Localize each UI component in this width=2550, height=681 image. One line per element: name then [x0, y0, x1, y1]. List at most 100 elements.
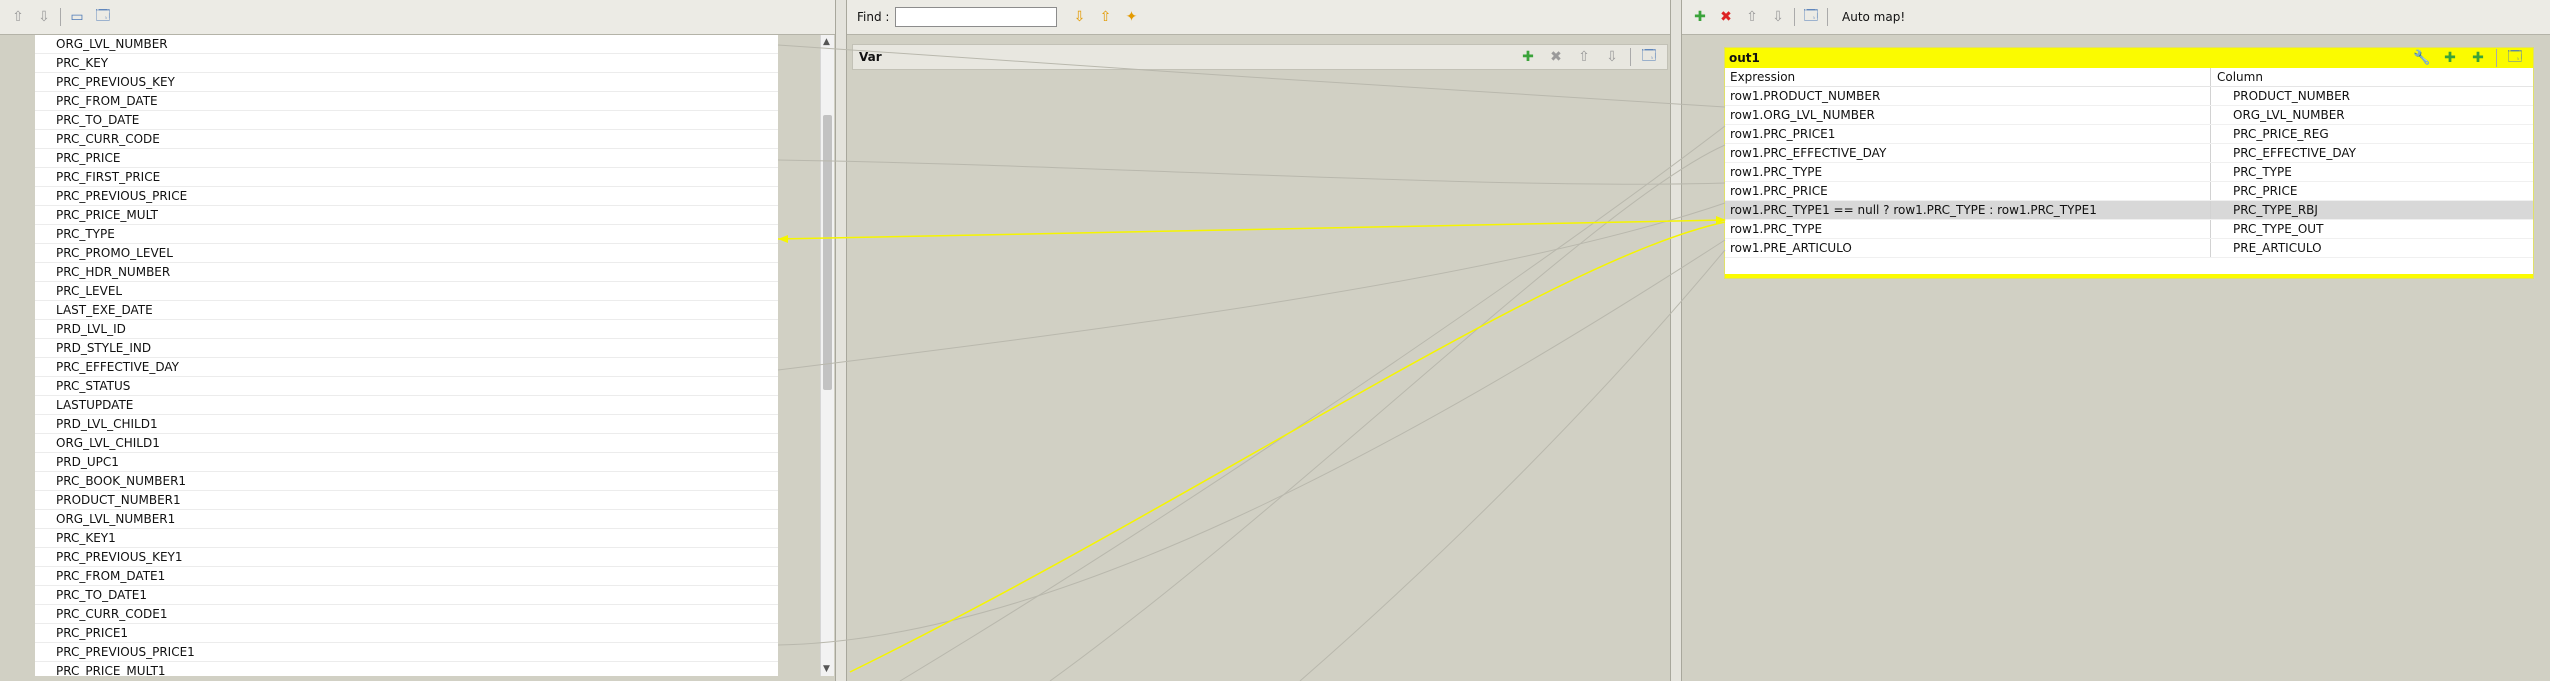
input-field-row[interactable]: PRODUCT_NUMBER1	[35, 491, 778, 510]
out1-row[interactable]: row1.PRE_ARTICULO PRE_ARTICULO	[1725, 239, 2533, 258]
pane-splitter[interactable]	[835, 0, 847, 681]
input-field-row[interactable]: PRC_PREVIOUS_KEY1	[35, 548, 778, 567]
out1-row[interactable]: row1.PRODUCT_NUMBER PRODUCT_NUMBER	[1725, 87, 2533, 106]
find-toolbar: Find : ⇩ ⇧ ✦	[847, 0, 1678, 35]
input-field-row[interactable]: LASTUPDATE	[35, 396, 778, 415]
input-field-row[interactable]: PRC_KEY	[35, 54, 778, 73]
vertical-scrollbar[interactable]: ▲ ▼	[820, 35, 834, 676]
window-icon[interactable]: ▭	[67, 7, 87, 27]
move-up-icon[interactable]: ⇧	[1742, 7, 1762, 27]
column-cell[interactable]: PRC_PRICE_REG	[2211, 125, 2329, 143]
input-field-row[interactable]: PRC_PREVIOUS_PRICE1	[35, 643, 778, 662]
add-row-icon[interactable]: ✚	[2440, 48, 2460, 68]
input-field-row[interactable]: PRC_FROM_DATE1	[35, 567, 778, 586]
input-field-row[interactable]: PRC_BOOK_NUMBER1	[35, 472, 778, 491]
input-field-row[interactable]: LAST_EXE_DATE	[35, 301, 778, 320]
input-field-row[interactable]: PRC_LEVEL	[35, 282, 778, 301]
input-field-row[interactable]: PRC_PRICE_MULT	[35, 206, 778, 225]
column-cell[interactable]: PRC_EFFECTIVE_DAY	[2211, 144, 2356, 162]
input-field-row[interactable]: PRD_LVL_ID	[35, 320, 778, 339]
add-icon[interactable]: ✚	[1518, 47, 1538, 67]
out1-row[interactable]: row1.PRC_TYPE PRC_TYPE_OUT	[1725, 220, 2533, 239]
find-previous-icon[interactable]: ⇧	[1095, 7, 1115, 27]
input-field-row[interactable]: PRC_TO_DATE1	[35, 586, 778, 605]
input-field-row[interactable]: PRD_UPC1	[35, 453, 778, 472]
find-all-icon[interactable]: ✦	[1121, 7, 1141, 27]
add-output-icon[interactable]: ✚	[1690, 7, 1710, 27]
input-field-row[interactable]: PRC_FROM_DATE	[35, 92, 778, 111]
expression-cell[interactable]: row1.PRC_TYPE1 == null ? row1.PRC_TYPE :…	[1725, 201, 2211, 219]
out1-row[interactable]: row1.ORG_LVL_NUMBER ORG_LVL_NUMBER	[1725, 106, 2533, 125]
input-field-row[interactable]: ORG_LVL_NUMBER	[35, 35, 778, 54]
out1-row[interactable]: row1.PRC_PRICE1 PRC_PRICE_REG	[1725, 125, 2533, 144]
out1-title: out1	[1729, 51, 1760, 65]
find-next-icon[interactable]: ⇩	[1069, 7, 1089, 27]
scroll-up-arrow-icon[interactable]: ▲	[823, 37, 830, 47]
remove-icon[interactable]: ✖	[1546, 47, 1566, 67]
input-field-row[interactable]: PRC_EFFECTIVE_DAY	[35, 358, 778, 377]
toolbar-separator	[2496, 49, 2497, 67]
arrow-down-icon[interactable]: ⇩	[34, 7, 54, 27]
input-field-row[interactable]: PRC_CURR_CODE1	[35, 605, 778, 624]
move-down-icon[interactable]: ⇩	[1768, 7, 1788, 27]
wrench-icon[interactable]: 🔧	[2412, 48, 2432, 68]
expression-cell[interactable]: row1.PRC_PRICE	[1725, 182, 2211, 200]
column-cell[interactable]: PRC_TYPE_RBJ	[2211, 201, 2318, 219]
input-field-row[interactable]: PRC_HDR_NUMBER	[35, 263, 778, 282]
add-filter-icon[interactable]: ✚	[2468, 48, 2488, 68]
column-cell[interactable]: PRODUCT_NUMBER	[2211, 87, 2350, 105]
input-field-row[interactable]: PRC_CURR_CODE	[35, 130, 778, 149]
out1-row[interactable]: row1.PRC_PRICE PRC_PRICE	[1725, 182, 2533, 201]
column-cell[interactable]: PRC_PRICE	[2211, 182, 2297, 200]
input-field-row[interactable]: PRD_STYLE_IND	[35, 339, 778, 358]
out1-header: out1 🔧 ✚ ✚ 🗔	[1725, 48, 2533, 68]
input-field-row[interactable]: PRC_PRICE1	[35, 624, 778, 643]
input-field-row[interactable]: PRC_PRICE_MULT1	[35, 662, 778, 676]
pane-splitter[interactable]	[1670, 0, 1682, 681]
input-field-row[interactable]: PRC_PREVIOUS_PRICE	[35, 187, 778, 206]
input-field-row[interactable]: PRD_LVL_CHILD1	[35, 415, 778, 434]
find-input[interactable]	[895, 7, 1058, 27]
expression-header: Expression	[1725, 68, 2211, 86]
scrollbar-thumb[interactable]	[823, 115, 832, 390]
column-cell[interactable]: PRC_TYPE	[2211, 163, 2292, 181]
input-table-panel: ⇧ ⇩ ▭ 🗔 ORG_LVL_NUMBER PRC_KEY PRC_PREVIOU…	[0, 0, 835, 681]
move-up-icon[interactable]: ⇧	[1574, 47, 1594, 67]
input-field-row[interactable]: PRC_PRICE	[35, 149, 778, 168]
toolbar-separator	[60, 8, 61, 26]
column-cell[interactable]: PRE_ARTICULO	[2211, 239, 2322, 257]
out1-toolbar: 🔧 ✚ ✚ 🗔	[2412, 48, 2525, 68]
remove-output-icon[interactable]: ✖	[1716, 7, 1736, 27]
input-field-row[interactable]: PRC_STATUS	[35, 377, 778, 396]
column-header: Column	[2217, 70, 2263, 84]
auto-map-button[interactable]: Auto map!	[1842, 10, 1905, 24]
input-field-row[interactable]: PRC_TYPE	[35, 225, 778, 244]
column-cell[interactable]: ORG_LVL_NUMBER	[2211, 106, 2345, 124]
input-field-row[interactable]: PRC_KEY1	[35, 529, 778, 548]
expression-cell[interactable]: row1.PRODUCT_NUMBER	[1725, 87, 2211, 105]
column-cell[interactable]: PRC_TYPE_OUT	[2211, 220, 2323, 238]
monitor-icon[interactable]: 🗔	[1801, 7, 1821, 27]
out1-row[interactable]: row1.PRC_EFFECTIVE_DAY PRC_EFFECTIVE_DAY	[1725, 144, 2533, 163]
arrow-up-icon[interactable]: ⇧	[8, 7, 28, 27]
input-field-row[interactable]: ORG_LVL_NUMBER1	[35, 510, 778, 529]
input-field-row[interactable]: PRC_PREVIOUS_KEY	[35, 73, 778, 92]
out1-row[interactable]: row1.PRC_TYPE1 == null ? row1.PRC_TYPE :…	[1725, 201, 2533, 220]
expression-cell[interactable]: row1.ORG_LVL_NUMBER	[1725, 106, 2211, 124]
expression-cell[interactable]: row1.PRC_PRICE1	[1725, 125, 2211, 143]
input-field-row[interactable]: PRC_TO_DATE	[35, 111, 778, 130]
scroll-down-arrow-icon[interactable]: ▼	[823, 664, 830, 674]
out1-row[interactable]: row1.PRC_TYPE PRC_TYPE	[1725, 163, 2533, 182]
input-field-row[interactable]: PRC_PROMO_LEVEL	[35, 244, 778, 263]
move-down-icon[interactable]: ⇩	[1602, 47, 1622, 67]
expression-cell[interactable]: row1.PRC_EFFECTIVE_DAY	[1725, 144, 2211, 162]
expression-cell[interactable]: row1.PRC_TYPE	[1725, 220, 2211, 238]
expression-cell[interactable]: row1.PRC_TYPE	[1725, 163, 2211, 181]
input-field-row[interactable]: ORG_LVL_CHILD1	[35, 434, 778, 453]
expression-cell[interactable]: row1.PRE_ARTICULO	[1725, 239, 2211, 257]
monitor-icon[interactable]: 🗔	[93, 7, 113, 27]
input-field-row[interactable]: PRC_FIRST_PRICE	[35, 168, 778, 187]
minimize-icon[interactable]: 🗔	[1639, 47, 1659, 67]
minimize-icon[interactable]: 🗔	[2505, 48, 2525, 68]
out1-column-headers: Expression Column	[1725, 68, 2533, 87]
